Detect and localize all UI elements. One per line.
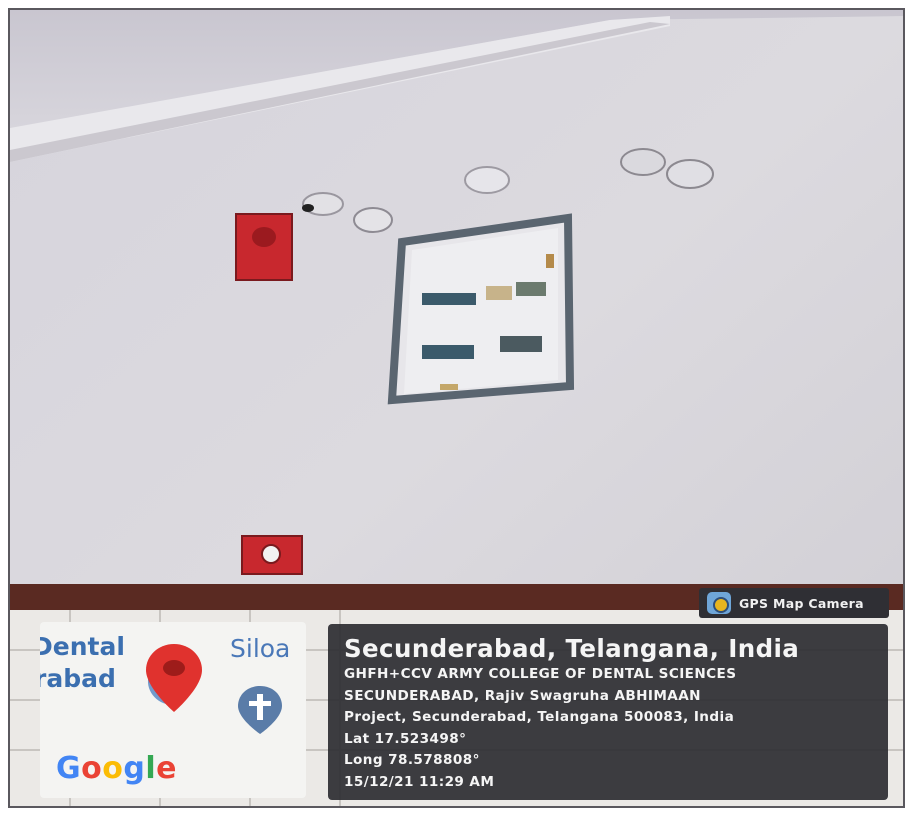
timestamp: 15/12/21 11:29 AM	[344, 773, 495, 790]
smoke-detector	[353, 207, 393, 233]
google-logo-letter: G	[56, 751, 82, 786]
map-label-abad: rabad	[40, 664, 116, 693]
google-logo-letter: o	[81, 751, 103, 786]
latitude-readout: Lat 17.523498°	[344, 730, 467, 747]
address-line-3: Project, Secunderabad, Telangana 500083,…	[344, 709, 735, 726]
smoke-detector	[666, 159, 714, 189]
google-logo-letter: e	[156, 751, 178, 786]
camera-tag-label: GPS Map Camera	[739, 595, 864, 611]
smoke-detector	[464, 166, 510, 194]
manual-call-point	[241, 535, 303, 575]
photo: GPS Map Camera Dental rabad Siloa Google…	[8, 8, 905, 808]
map-thumbnail[interactable]: Dental rabad Siloa Google	[40, 622, 306, 798]
google-logo: Google	[56, 754, 177, 784]
map-label-siloa: Siloa	[230, 634, 291, 663]
church-cross-icon	[238, 686, 282, 734]
address-line-2: SECUNDERABAD, Rajiv Swagruha ABHIMAAN	[344, 687, 701, 704]
google-logo-letter: l	[145, 751, 157, 786]
smoke-detector	[620, 148, 666, 176]
location-info-panel: Secunderabad, Telangana, India GHFH+CCV …	[328, 624, 888, 800]
location-pin-icon	[146, 644, 202, 712]
google-logo-letter: g	[123, 751, 146, 786]
map-label-dental: Dental	[40, 632, 125, 661]
gps-map-camera-tag: GPS Map Camera	[699, 588, 889, 618]
camera-app-icon	[707, 592, 731, 614]
location-headline: Secunderabad, Telangana, India	[344, 634, 800, 663]
electrical-distribution-panel	[387, 213, 575, 405]
longitude-readout: Long 78.578808°	[344, 752, 480, 769]
google-logo-letter: o	[102, 751, 124, 786]
address-line-1: GHFH+CCV ARMY COLLEGE OF DENTAL SCIENCES	[344, 666, 737, 682]
